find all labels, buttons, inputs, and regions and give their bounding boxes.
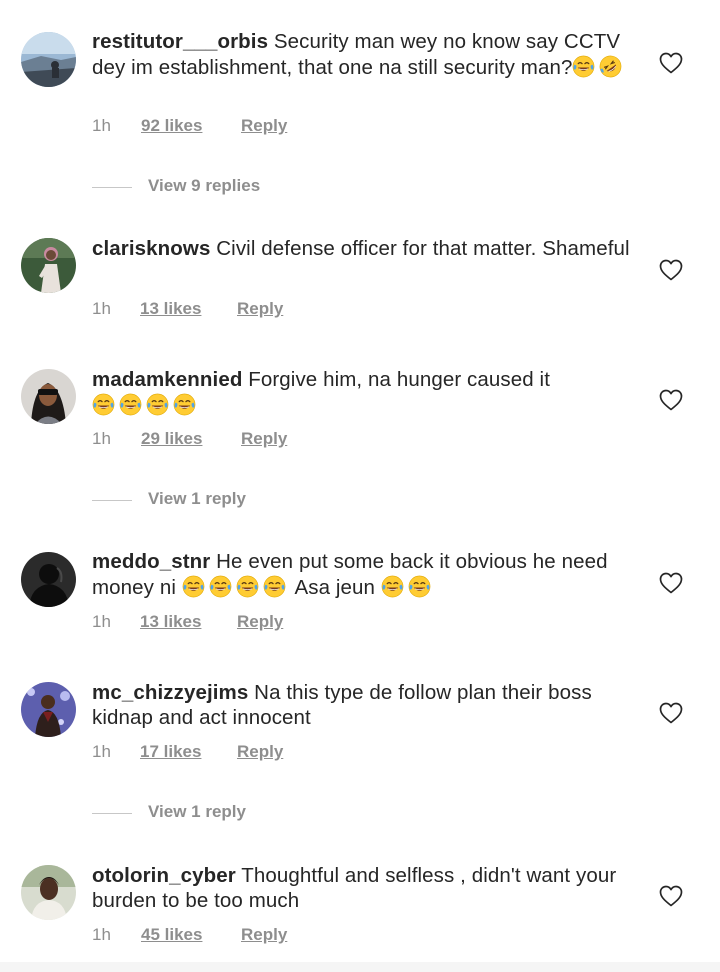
reply-button[interactable]: Reply	[237, 742, 283, 762]
comment-likes[interactable]: 13 likes	[140, 299, 201, 319]
heart-icon[interactable]	[659, 702, 683, 724]
comment-likes[interactable]: 29 likes	[141, 429, 202, 449]
comment-username[interactable]: clarisknows	[92, 237, 210, 260]
comment-text: mc_chizzyejims Na this type de follow pl…	[92, 681, 632, 730]
face-with-tears-of-joy-icon	[408, 575, 431, 598]
heart-icon[interactable]	[659, 572, 683, 594]
comment-body-continued: Asa jeun	[294, 575, 376, 599]
comment-time: 1h	[92, 429, 111, 448]
comment-username[interactable]: mc_chizzyejims	[92, 681, 248, 704]
comment-body: Civil defense officer for that matter. S…	[216, 237, 630, 260]
face-with-tears-of-joy-icon	[119, 393, 142, 416]
face-with-tears-of-joy-icon	[92, 393, 115, 416]
replies-divider	[92, 187, 132, 188]
comment-likes[interactable]: 17 likes	[140, 742, 201, 762]
face-with-tears-of-joy-icon	[182, 575, 205, 598]
comment-username[interactable]: madamkennied	[92, 368, 242, 391]
face-with-tears-of-joy-icon	[173, 393, 196, 416]
comment-time: 1h	[92, 299, 111, 318]
face-with-tears-of-joy-icon	[572, 55, 595, 78]
bottom-edge	[0, 962, 720, 972]
reply-button[interactable]: Reply	[241, 116, 287, 136]
replies-divider	[92, 813, 132, 814]
comment-text: restitutor___orbis Security man wey no k…	[92, 30, 632, 80]
comment-text: otolorin_cyber Thoughtful and selfless ,…	[92, 864, 632, 913]
comment-username[interactable]: restitutor___orbis	[92, 30, 268, 53]
comment-body: Forgive him, na hunger caused it	[248, 368, 551, 391]
comment-username[interactable]: otolorin_cyber	[92, 864, 236, 887]
comment-time: 1h	[92, 116, 111, 135]
face-with-tears-of-joy-icon	[236, 575, 259, 598]
face-with-tears-of-joy-icon	[381, 575, 404, 598]
reply-button[interactable]: Reply	[241, 429, 287, 449]
comment-likes[interactable]: 92 likes	[141, 116, 202, 136]
avatar[interactable]	[21, 369, 76, 424]
view-replies-label[interactable]: View 1 reply	[148, 802, 246, 822]
comment-text: meddo_stnr He even put some back it obvi…	[92, 550, 632, 600]
replies-divider	[92, 500, 132, 501]
comment-time: 1h	[92, 742, 111, 761]
comment-text: madamkennied Forgive him, na hunger caus…	[92, 368, 632, 418]
comment-text: clarisknows Civil defense officer for th…	[92, 237, 632, 262]
heart-icon[interactable]	[659, 52, 683, 74]
reply-button[interactable]: Reply	[237, 612, 283, 632]
avatar[interactable]	[21, 865, 76, 920]
reply-button[interactable]: Reply	[237, 299, 283, 319]
comment-likes[interactable]: 13 likes	[140, 612, 201, 632]
comment-likes[interactable]: 45 likes	[141, 925, 202, 945]
comment-time: 1h	[92, 925, 111, 944]
rolling-on-floor-laughing-icon	[599, 55, 622, 78]
heart-icon[interactable]	[659, 259, 683, 281]
heart-icon[interactable]	[659, 389, 683, 411]
face-with-tears-of-joy-icon	[263, 575, 286, 598]
face-with-tears-of-joy-icon	[209, 575, 232, 598]
heart-icon[interactable]	[659, 885, 683, 907]
avatar[interactable]	[21, 238, 76, 293]
avatar[interactable]	[21, 552, 76, 607]
comment-username[interactable]: meddo_stnr	[92, 550, 210, 573]
comment-time: 1h	[92, 612, 111, 631]
view-replies-label[interactable]: View 1 reply	[148, 489, 246, 509]
avatar[interactable]	[21, 682, 76, 737]
face-with-tears-of-joy-icon	[146, 393, 169, 416]
view-replies-label[interactable]: View 9 replies	[148, 176, 260, 196]
reply-button[interactable]: Reply	[241, 925, 287, 945]
avatar[interactable]	[21, 32, 76, 87]
